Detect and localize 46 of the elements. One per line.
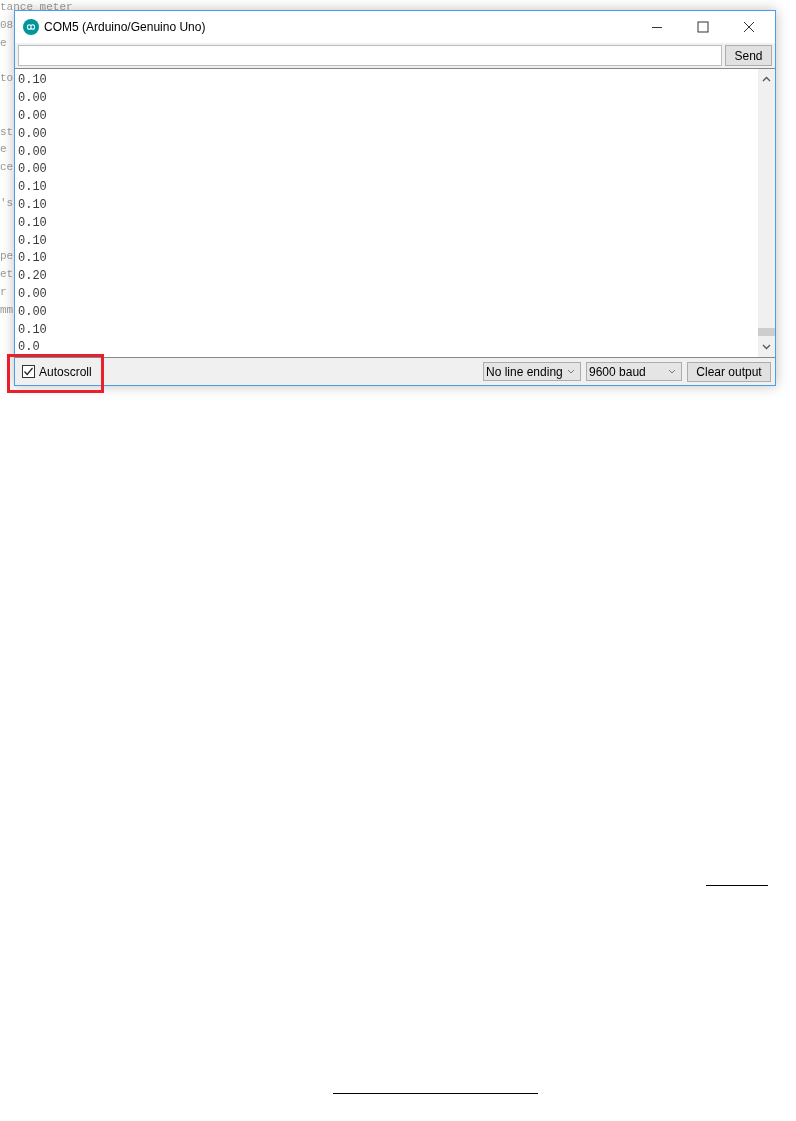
output-line: 0.20 [18,268,47,286]
code-line: r [0,284,7,299]
caret-icon [668,369,676,375]
scroll-up-icon[interactable] [762,76,771,83]
output-line: 0.0 [18,339,40,357]
output-line: 0.00 [18,108,47,126]
output-line: 0.00 [18,161,47,179]
output-line: 0.00 [18,303,47,321]
scrollbar[interactable] [758,69,775,358]
checkmark-icon [23,366,34,378]
caret-icon [567,369,575,375]
code-line: 08 [0,17,14,32]
dropdown[interactable]: No line ending [483,362,581,382]
code-line: ce [0,160,14,175]
window-title: COM5 (Arduino/Genuino Uno) [44,18,206,36]
checkbox[interactable] [22,365,35,379]
scrollbar-thumb[interactable] [758,328,775,337]
send-button[interactable]: Send [725,45,772,67]
output-line: 0.10 [18,179,47,197]
output-line: 0.10 [18,72,47,90]
output-line: 0.10 [18,197,47,215]
code-line: 's [0,195,14,210]
code-line: tance meter [0,0,73,14]
output-line: 0.10 [18,250,47,268]
output-line: 0.00 [18,286,47,304]
output-line: 0.00 [18,90,47,108]
code-line: e [0,142,7,157]
code-line: to [0,71,14,86]
scroll-down-icon[interactable] [762,344,771,351]
message-input-field[interactable] [18,45,722,67]
code-line: et [0,267,14,281]
infinity-logo-icon [23,18,39,35]
maximize-icon[interactable] [697,20,709,33]
output-line: 0.10 [18,214,47,232]
code-line: mm [0,302,14,317]
output-line: 0.10 [18,321,47,339]
code-line: pe [0,249,14,264]
autoscroll-checkbox[interactable]: Autoscroll [22,362,92,381]
dropdown[interactable]: 9600 baud [586,362,682,382]
close-icon[interactable] [743,20,755,33]
output-line: 0.10 [18,232,47,250]
clear-output-button[interactable]: Clear output [687,361,771,382]
code-line: e [0,35,7,50]
output-line: 0.00 [18,143,47,161]
code-line: st [0,124,14,139]
output-line: 0.00 [18,125,47,143]
